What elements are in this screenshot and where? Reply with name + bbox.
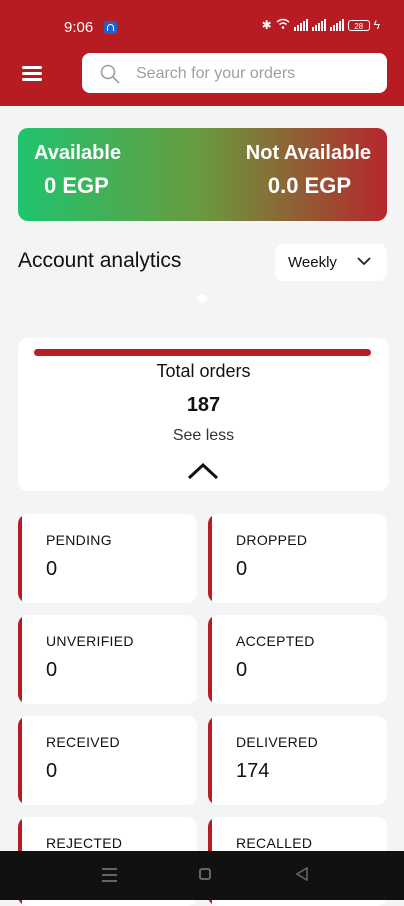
battery-level: 28 — [354, 21, 364, 31]
balance-card: Available 0 EGP Not Available 0.0 EGP — [18, 128, 387, 221]
stat-label: ACCEPTED — [236, 633, 315, 649]
available-value: 0 EGP — [44, 173, 109, 198]
stat-value: 0 — [236, 558, 248, 580]
period-dropdown[interactable]: Weekly — [275, 244, 387, 281]
home-icon[interactable] — [199, 868, 211, 880]
period-selected: Weekly — [288, 254, 337, 271]
stat-card-pending[interactable]: PENDING 0 — [18, 514, 197, 603]
stat-value: 0 — [46, 659, 58, 681]
stat-value: 0 — [46, 760, 58, 782]
total-orders-card: Total orders 187 See less — [18, 338, 389, 491]
stat-label: RECALLED — [236, 835, 313, 851]
search-icon — [100, 64, 120, 84]
total-orders-title: Total orders — [156, 361, 251, 381]
analytics-title: Account analytics — [18, 249, 182, 272]
stat-label: DROPPED — [236, 532, 308, 548]
app-header: 9:06 ✱ 28 ϟ — [0, 0, 404, 106]
stat-card-delivered[interactable]: DELIVERED 174 — [208, 716, 387, 805]
card-accent — [18, 716, 22, 805]
stat-card-accepted[interactable]: ACCEPTED 0 — [208, 615, 387, 704]
chevron-down-icon — [357, 257, 371, 266]
total-orders-bar — [34, 349, 371, 356]
total-orders-value: 187 — [186, 394, 221, 416]
card-accent — [208, 615, 212, 704]
stat-label: REJECTED — [46, 835, 123, 851]
not-available-balance: Not Available 0.0 EGP — [246, 142, 371, 199]
search-box[interactable] — [82, 53, 387, 95]
signal-icon-2 — [311, 19, 326, 31]
notification-app-icon — [104, 21, 117, 34]
stat-label: DELIVERED — [236, 734, 319, 750]
stat-card-unverified[interactable]: UNVERIFIED 0 — [18, 615, 197, 704]
stat-label: PENDING — [46, 532, 112, 548]
stat-value: 174 — [236, 760, 270, 782]
wifi-icon — [276, 18, 290, 32]
signal-icon-3 — [329, 19, 344, 31]
charging-icon: ϟ — [373, 18, 380, 32]
see-less-button[interactable]: See less — [18, 427, 389, 445]
card-accent — [18, 615, 22, 704]
status-time: 9:06 — [64, 19, 94, 36]
stat-label: UNVERIFIED — [46, 633, 134, 649]
battery-icon: 28 — [347, 19, 370, 31]
not-available-label: Not Available — [245, 142, 371, 164]
search-input[interactable] — [134, 53, 378, 95]
stat-value: 0 — [236, 659, 248, 681]
card-accent — [208, 514, 212, 603]
vibrate-icon: ✱ — [261, 18, 272, 32]
not-available-value: 0.0 EGP — [267, 173, 351, 198]
stat-value: 0 — [46, 558, 58, 580]
back-icon[interactable] — [296, 867, 308, 881]
carousel-dot — [198, 294, 207, 303]
available-balance: Available 0 EGP — [34, 142, 121, 199]
card-accent — [18, 514, 22, 603]
recents-icon[interactable] — [102, 868, 117, 886]
card-accent — [208, 716, 212, 805]
stat-card-received[interactable]: RECEIVED 0 — [18, 716, 197, 805]
stat-label: RECEIVED — [46, 734, 120, 750]
chevron-up-icon[interactable] — [187, 462, 219, 480]
stat-card-dropped[interactable]: DROPPED 0 — [208, 514, 387, 603]
menu-icon[interactable] — [20, 64, 44, 84]
system-nav-bar — [0, 851, 404, 900]
status-bar: 9:06 ✱ 28 ϟ — [0, 0, 404, 40]
signal-icon — [293, 19, 308, 31]
status-icons: ✱ 28 ϟ — [262, 18, 380, 32]
available-label: Available — [34, 142, 122, 164]
